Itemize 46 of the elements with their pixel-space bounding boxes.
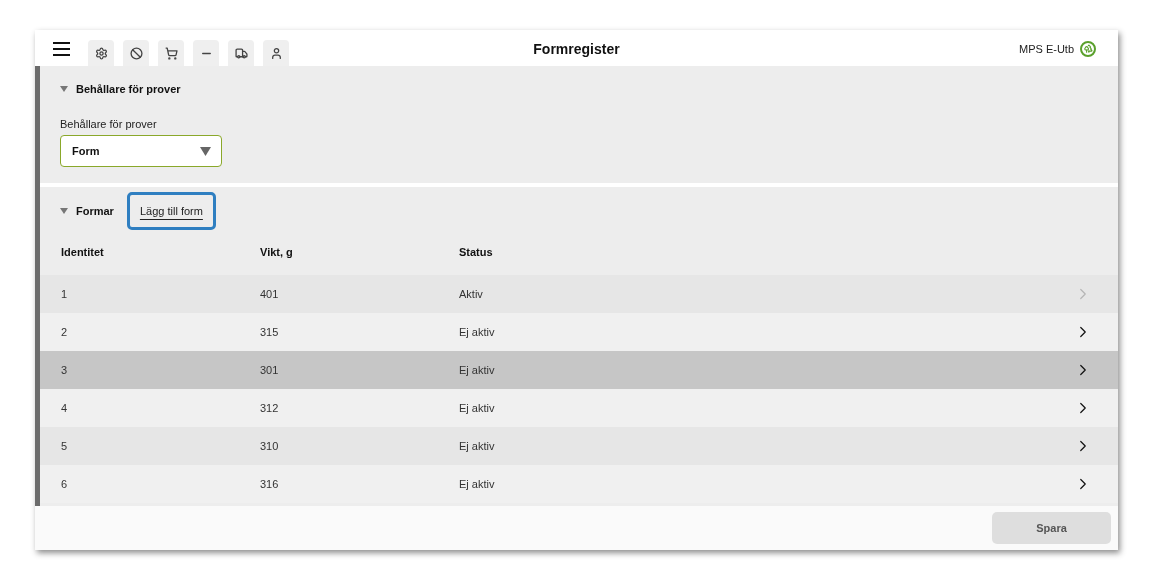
container-dropdown[interactable]: Form [60,135,222,167]
toolbar-tab[interactable] [228,40,254,66]
table-cell-text: 2 [61,324,69,340]
table-cell-text: 316 [260,476,280,492]
table-cell-text: 310 [260,438,280,454]
truck-icon [234,46,248,60]
table-cell-text: Ej aktiv [459,476,496,492]
user-name: MPS E-Utb [1019,41,1074,57]
table-cell-text: 401 [260,286,280,302]
toolbar-tab[interactable] [88,40,114,66]
column-header: Identitet [61,244,105,260]
table-cell-text: Ej aktiv [459,438,496,454]
column-header: Status [459,244,494,260]
add-form-button[interactable]: Lägg till form [126,192,216,230]
table-row[interactable]: 3 301 Ej aktiv [40,351,1118,389]
column-header: Vikt, g [260,244,294,260]
toolbar-tab[interactable] [263,40,289,66]
collapse-caret-icon[interactable] [60,85,68,94]
table-cell-text: 1 [61,286,69,302]
collapse-caret-icon[interactable] [60,207,68,215]
table-cell-text: 4 [61,400,69,416]
save-button[interactable]: Spara [992,512,1111,544]
dropdown-caret-icon [200,146,211,156]
slashed-circle-icon [129,46,143,60]
cart-icon [164,46,178,60]
section-title: Behållare för prover [76,82,181,97]
section-title: Formar [76,203,114,219]
window-title: Formregister [533,40,620,59]
table-cell-text: Aktiv [459,286,484,302]
table-cell-text: 315 [260,324,280,340]
table-cell-text: 6 [61,476,69,492]
table-cell-text: 3 [61,362,69,378]
person-icon [269,46,283,60]
toolbar-tab[interactable] [158,40,184,66]
table-cell-text: Ej aktiv [459,324,496,340]
gear-icon [94,46,108,60]
table-cell-text: Ej aktiv [459,362,496,378]
field-label: Behållare för prover [60,116,158,132]
table-cell-text: 312 [260,400,280,416]
toolbar-tab[interactable] [123,40,149,66]
table-row[interactable]: 5 310 Ej aktiv [40,427,1118,465]
tree-logo-icon [1080,40,1096,57]
table-cell-text: 5 [61,438,69,454]
table-cell-text: Ej aktiv [459,400,496,416]
table-cell-text: 301 [260,362,280,378]
menu-icon[interactable] [53,42,70,56]
